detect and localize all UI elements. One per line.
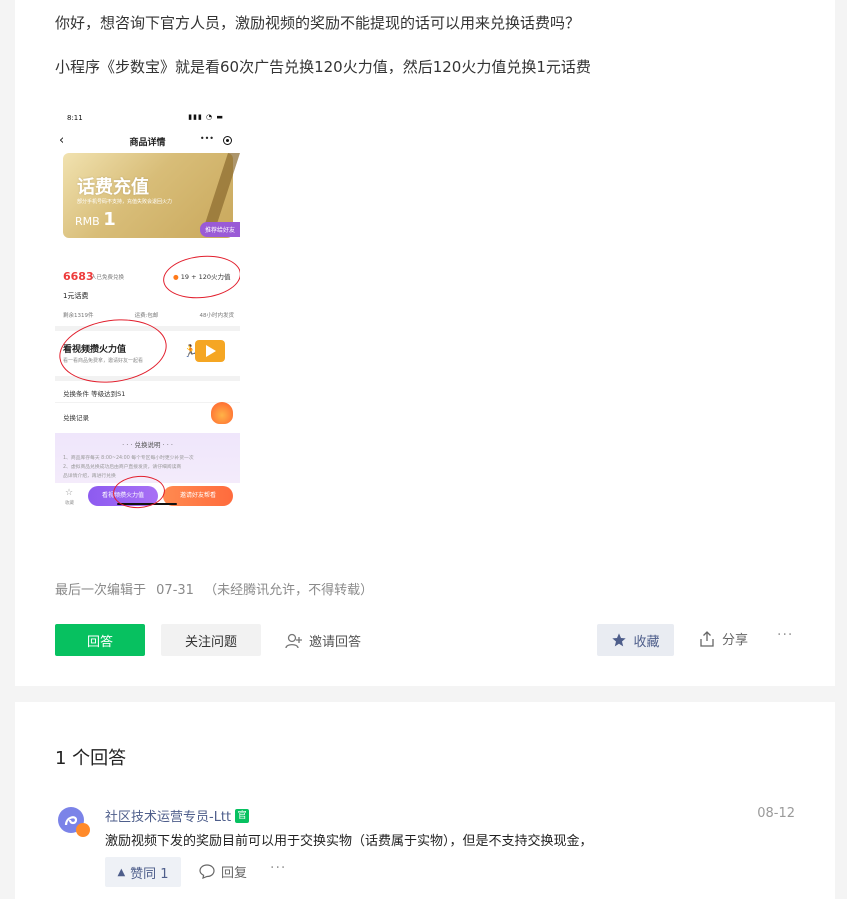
star-icon bbox=[612, 633, 627, 647]
gift-subtitle: 部分手机号码不支持，充值失败会退回火力 bbox=[77, 199, 173, 205]
answer-author-name: 社区技术运营专员-Ltt bbox=[105, 810, 232, 825]
like-label: 赞同 1 bbox=[130, 866, 169, 882]
invite-answer-button[interactable]: 邀请回答 bbox=[285, 631, 361, 650]
gift-title: 话费充值 bbox=[77, 177, 149, 198]
shipping-info: 运费:包邮 bbox=[134, 313, 159, 319]
reply-button[interactable]: 回复 bbox=[199, 862, 247, 881]
official-badge: 官 bbox=[235, 808, 250, 823]
share-button[interactable]: 分享 bbox=[700, 629, 748, 648]
triangle-up-icon: ▲ bbox=[117, 866, 126, 878]
gift-ribbon bbox=[202, 153, 240, 233]
gift-amount: RMB 1 bbox=[75, 209, 116, 230]
comment-icon bbox=[199, 864, 215, 879]
target-icon bbox=[223, 136, 232, 145]
answers-count: 1 个回答 bbox=[55, 748, 127, 769]
attached-screenshot[interactable]: 8:11 ▮▮▮ ◔ ▬ ‹ 商品详情 ••• 话费充值 部分手机号码不支持，充… bbox=[55, 108, 240, 513]
more-options-icon[interactable]: ··· bbox=[777, 627, 793, 643]
question-text-line-2: 小程序《步数宝》就是看60次广告兑换120火力值，然后120火力值兑换1元话费 bbox=[55, 58, 591, 76]
avatar[interactable] bbox=[57, 806, 91, 840]
edited-date: 07-31 bbox=[156, 583, 194, 598]
question-text-line-1: 你好，想咨询下官方人员，激励视频的奖励不能提现的话可以用来兑换话费吗？ bbox=[55, 14, 581, 32]
redeem-count: 6683 bbox=[63, 270, 94, 283]
gift-amount-value: 1 bbox=[103, 209, 116, 230]
divider bbox=[55, 402, 240, 403]
share-icon bbox=[700, 630, 714, 647]
follow-question-button[interactable]: 关注问题 bbox=[161, 624, 261, 656]
add-user-icon bbox=[285, 633, 302, 648]
star-icon: ☆ bbox=[65, 488, 74, 498]
more-icon: ••• bbox=[199, 134, 214, 143]
redeem-condition: 兑换条件 等级达到S1 bbox=[63, 390, 126, 398]
explain-line: 1、商品库存每天 8:00~24:00 每个专区每小时更少补货一次 bbox=[63, 456, 194, 461]
gift-currency: RMB bbox=[75, 215, 100, 228]
copyright-notice: （未经腾讯允许，不得转载） bbox=[204, 583, 374, 598]
reply-label: 回复 bbox=[221, 866, 248, 881]
question-card: 你好，想咨询下官方人员，激励视频的奖励不能提现的话可以用来兑换话费吗？ 小程序《… bbox=[15, 0, 835, 686]
edited-label: 最后一次编辑于 bbox=[55, 583, 147, 598]
edit-meta: 最后一次编辑于 07-31 （未经腾讯允许，不得转载） bbox=[55, 579, 379, 598]
redeem-count-label: 人已免费兑换 bbox=[91, 275, 125, 281]
redeem-record: 兑换记录 bbox=[63, 414, 89, 422]
signal-battery-icon: ▮▮▮ ◔ ▬ bbox=[188, 113, 224, 121]
status-time: 8:11 bbox=[67, 114, 83, 122]
answers-card: 1 个回答 社区技术运营专员-Ltt 官 08-12 激励视频下发的奖励目前可以… bbox=[15, 702, 835, 899]
collect-label: 收藏 bbox=[633, 634, 660, 650]
product-name: 1元话费 bbox=[63, 292, 89, 300]
explain-line: 2、虚拟商品兑换成功后由商户直接发货，请仔细阅读商 bbox=[63, 465, 182, 470]
stock-info: 剩余1319件 bbox=[63, 313, 94, 319]
video-play-icon bbox=[195, 340, 225, 362]
collect-button[interactable]: 收藏 bbox=[597, 624, 674, 656]
screenshot-nav: ‹ 商品详情 ••• bbox=[55, 132, 240, 150]
annotation-circle bbox=[161, 252, 240, 302]
fav-label: 收藏 bbox=[65, 501, 74, 506]
invite-answer-label: 邀请回答 bbox=[309, 635, 362, 650]
like-button[interactable]: ▲ 赞同 1 bbox=[105, 857, 181, 887]
explain-title: · · · 兑换说明 · · · bbox=[122, 441, 173, 449]
answer-date: 08-12 bbox=[757, 806, 795, 821]
delivery-info: 48小时内发货 bbox=[199, 313, 234, 319]
share-label: 分享 bbox=[722, 633, 749, 648]
answer-button[interactable]: 回答 bbox=[55, 624, 145, 656]
product-info-row: 剩余1319件 运费:包邮 48小时内发货 bbox=[63, 311, 234, 319]
flame-icon bbox=[211, 402, 233, 424]
recommend-badge: 推荐给好友 bbox=[199, 222, 240, 237]
answer-text: 激励视频下发的奖励目前可以用于交换实物（话费属于实物），但是不支持交换现金， bbox=[105, 834, 593, 849]
explain-title-text: 兑换说明 bbox=[134, 441, 161, 449]
answer-more-icon[interactable]: ··· bbox=[270, 860, 286, 876]
answer-author[interactable]: 社区技术运营专员-Ltt 官 bbox=[105, 806, 250, 825]
